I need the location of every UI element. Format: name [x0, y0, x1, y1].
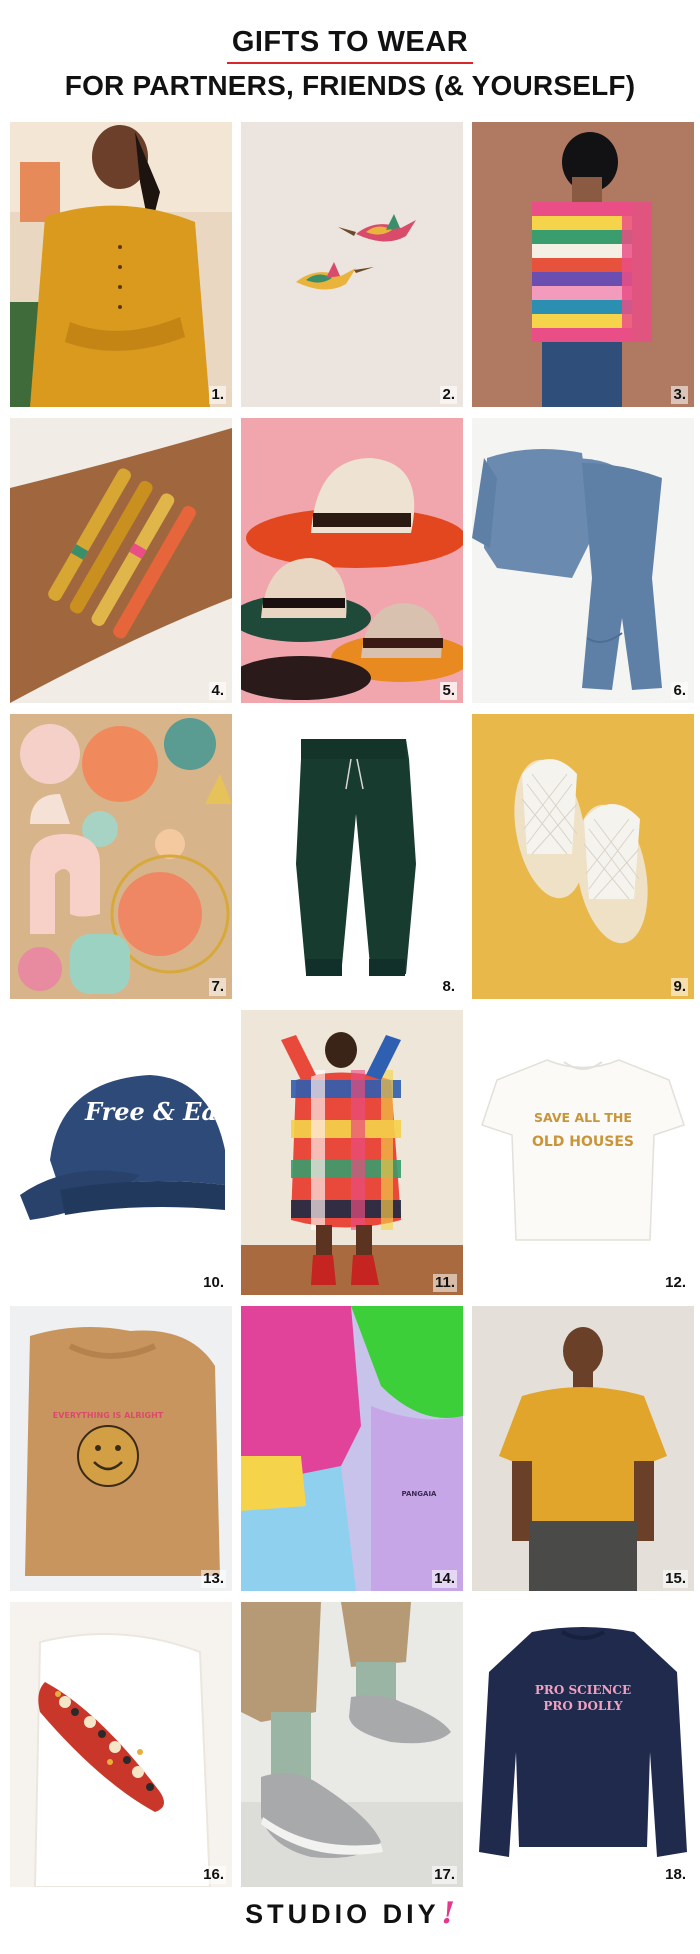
smiley-sweatshirt-photo: EVERYTHING IS ALRIGHT — [10, 1306, 232, 1591]
sweatshirt13-text: EVERYTHING IS ALRIGHT — [53, 1411, 164, 1420]
sweatshirt18-line2: PRO DOLLY — [543, 1699, 623, 1713]
product-tile-9[interactable]: 9. — [472, 714, 694, 999]
beaded-bracelets-photo — [10, 418, 232, 703]
product-tile-3[interactable]: 3. — [472, 122, 694, 407]
item-number: 16. — [201, 1866, 226, 1884]
product-tile-4[interactable]: 4. — [10, 418, 232, 703]
hummingbird-earrings-photo — [241, 122, 463, 407]
product-tile-6[interactable]: 6. — [472, 418, 694, 703]
tee-text-line2: OLD HOUSES — [532, 1134, 634, 1150]
page-subtitle: FOR PARTNERS, FRIENDS (& YOURSELF) — [64, 70, 636, 101]
wool-slip-on-sneakers-photo — [241, 1602, 463, 1887]
item-number: 4. — [209, 682, 226, 700]
pro-science-sweatshirt-photo: PRO SCIENCE PRO DOLLY — [472, 1602, 694, 1887]
title-divider — [227, 62, 473, 64]
product-tile-13[interactable]: EVERYTHING IS ALRIGHT 13. — [10, 1306, 232, 1591]
brand-logo[interactable]: STUDIO DIY — [245, 1899, 440, 1929]
cap-text: Free & Easy — [84, 1097, 232, 1126]
mustard-terry-tee-photo — [472, 1306, 694, 1591]
product-tile-12[interactable]: SAVE ALL THE OLD HOUSES 12. — [472, 1010, 694, 1295]
product-tile-14[interactable]: PANGAIA 14. — [241, 1306, 463, 1591]
product-tile-18[interactable]: PRO SCIENCE PRO DOLLY 18. — [472, 1602, 694, 1887]
sweatshirt18-line1: PRO SCIENCE — [535, 1683, 631, 1697]
woven-white-mules-photo — [472, 714, 694, 999]
green-sweatpants-photo — [241, 714, 463, 999]
product-tile-16[interactable]: 16. — [10, 1602, 232, 1887]
page-footer: STUDIO DIY! — [0, 1896, 700, 1936]
item-number: 7. — [209, 978, 226, 996]
product-tile-1[interactable]: 1. — [10, 122, 232, 407]
rug-fanny-pack-photo — [10, 1602, 232, 1887]
pants14-text: PANGAIA — [402, 1490, 438, 1498]
product-tile-15[interactable]: 15. — [472, 1306, 694, 1591]
item-number: 1. — [209, 386, 226, 404]
blue-waffle-lounge-set-photo — [472, 418, 694, 703]
product-tile-8[interactable]: 8. — [241, 714, 463, 999]
rainbow-stripe-sweater-photo — [472, 122, 694, 407]
page-header: GIFTS TO WEAR FOR PARTNERS, FRIENDS (& Y… — [0, 0, 700, 120]
item-number: 10. — [201, 1274, 226, 1292]
product-tile-7[interactable]: 7. — [10, 714, 232, 999]
product-tile-17[interactable]: 17. — [241, 1602, 463, 1887]
brand-exclamation-icon: ! — [441, 1896, 455, 1931]
item-number: 18. — [663, 1866, 688, 1884]
item-number: 5. — [440, 682, 457, 700]
item-number: 2. — [440, 386, 457, 404]
plaid-shirt-dress-photo — [241, 1010, 463, 1295]
item-number: 12. — [663, 1274, 688, 1292]
item-number: 14. — [432, 1570, 457, 1588]
denim-cap-photo: Free & Easy — [10, 1010, 232, 1295]
product-tile-10[interactable]: Free & Easy 10. — [10, 1010, 232, 1295]
product-tile-11[interactable]: 11. — [241, 1010, 463, 1295]
item-number: 3. — [671, 386, 688, 404]
item-number: 6. — [671, 682, 688, 700]
item-number: 15. — [663, 1570, 688, 1588]
old-houses-tee-photo: SAVE ALL THE OLD HOUSES — [472, 1010, 694, 1295]
colorful-sweats-photo: PANGAIA — [241, 1306, 463, 1591]
page-title: GIFTS TO WEAR — [231, 26, 469, 58]
product-tile-2[interactable]: 2. — [241, 122, 463, 407]
item-number: 17. — [432, 1866, 457, 1884]
clay-earrings-photo — [10, 714, 232, 999]
item-number: 13. — [201, 1570, 226, 1588]
item-number: 11. — [432, 1274, 457, 1292]
stacked-hats-photo — [241, 418, 463, 703]
mustard-knit-set-photo — [10, 122, 232, 407]
product-grid: 1. 2. 3. 4. 5. 6. 7. 8. 9. Free & Easy 1… — [10, 122, 694, 1887]
item-number: 9. — [671, 978, 688, 996]
product-tile-5[interactable]: 5. — [241, 418, 463, 703]
tee-text-line1: SAVE ALL THE — [534, 1110, 632, 1125]
item-number: 8. — [440, 978, 457, 996]
